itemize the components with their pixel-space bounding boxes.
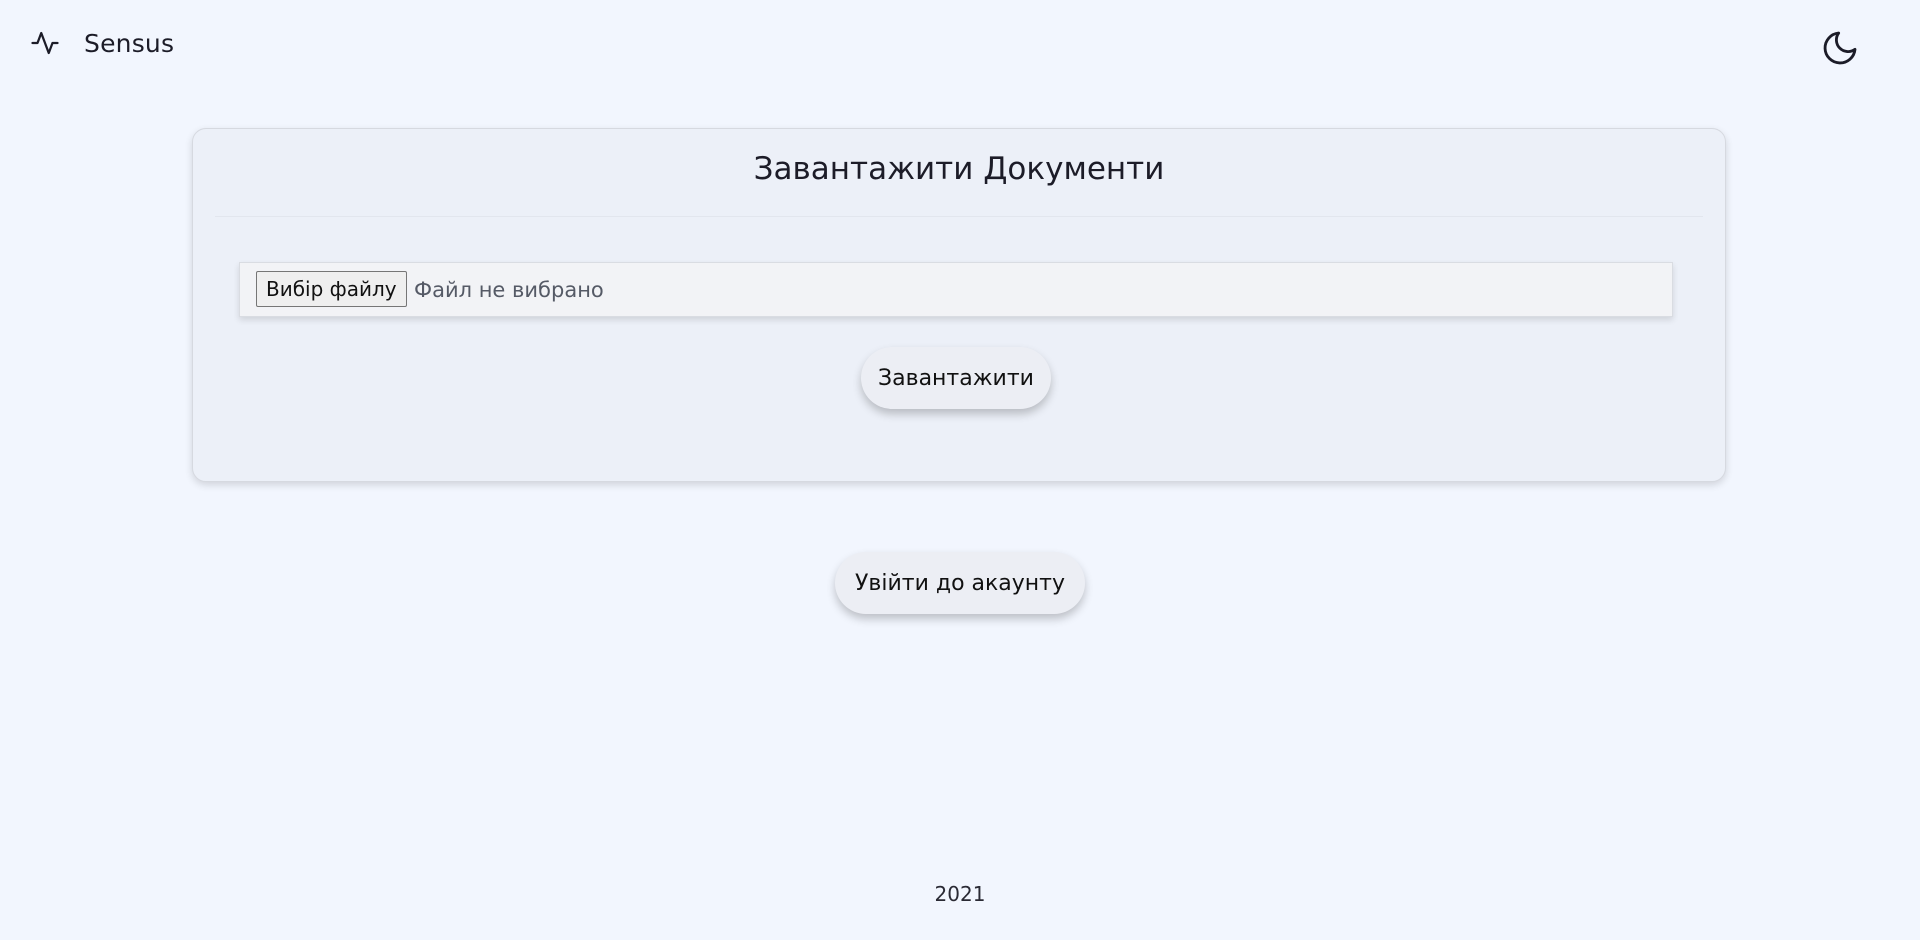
choose-file-button[interactable]: Вибір файлу xyxy=(256,271,407,307)
moon-icon xyxy=(1820,31,1860,71)
file-status-text: Файл не вибрано xyxy=(414,278,604,302)
theme-toggle-button[interactable] xyxy=(1820,28,1860,68)
card-title: Завантажити Документи xyxy=(753,151,1165,187)
footer-year: 2021 xyxy=(934,882,986,906)
login-button[interactable]: Увійти до акаунту xyxy=(835,552,1085,614)
activity-icon xyxy=(30,28,60,58)
brand-link[interactable]: Sensus xyxy=(30,28,174,58)
upload-card: Завантажити Документи Вибір файлу Файл н… xyxy=(192,128,1726,482)
file-input-container: Вибір файлу Файл не вибрано xyxy=(239,262,1673,317)
page: Sensus Завантажити Документи Вибір файлу… xyxy=(0,0,1920,940)
navbar: Sensus xyxy=(0,0,1920,92)
card-divider xyxy=(215,216,1703,217)
brand-name: Sensus xyxy=(84,28,175,58)
upload-button[interactable]: Завантажити xyxy=(861,347,1051,409)
